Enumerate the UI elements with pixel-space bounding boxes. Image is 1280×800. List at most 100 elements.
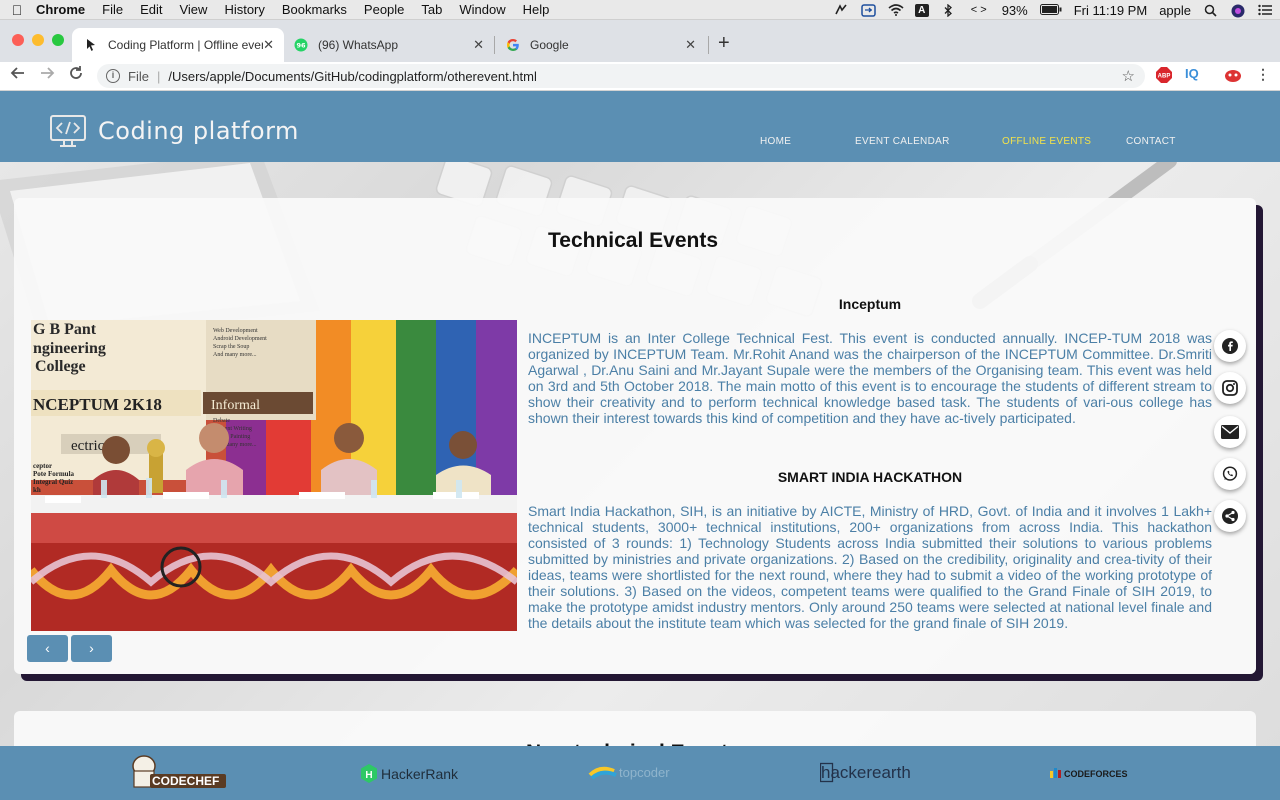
banner-side-1: ceptor <box>33 462 52 470</box>
siri-icon[interactable] <box>1230 4 1245 18</box>
menu-tab[interactable]: Tab <box>421 2 442 17</box>
dnd-icon[interactable] <box>834 4 849 16</box>
user-name[interactable]: apple <box>1159 3 1191 18</box>
event-title-sih: SMART INDIA HACKATHON <box>777 469 963 485</box>
carousel-next-button[interactable]: › <box>71 635 112 662</box>
banner-line-3: College <box>35 358 86 375</box>
monitor-code-icon <box>50 115 86 147</box>
bluetooth-icon[interactable] <box>941 3 956 18</box>
banner-side-2: Pote Formula <box>33 470 75 478</box>
whatsapp-icon <box>1222 466 1238 481</box>
whatsapp-badge: 96 <box>296 42 306 50</box>
url-text[interactable]: /Users/apple/Documents/GitHub/codingplat… <box>168 69 537 84</box>
topcoder-logo[interactable]: topcoder <box>588 763 688 783</box>
banner-line-2: ngineering <box>33 340 106 357</box>
dev-tools-icon[interactable]: < > <box>968 4 990 16</box>
topcoder-text: topcoder <box>619 765 670 780</box>
reload-button[interactable] <box>68 65 84 86</box>
banner-line-1: G B Pant <box>33 321 97 338</box>
profile-extension-icon[interactable] <box>1224 67 1242 86</box>
banner-side-3: Integral Quiz <box>33 478 73 486</box>
nav-home[interactable]: HOME <box>760 136 791 147</box>
zoom-window-button[interactable] <box>52 34 64 46</box>
section-title: Technical Events <box>548 229 719 252</box>
nav-offline-events[interactable]: OFFLINE EVENTS <box>1002 136 1091 147</box>
minimize-window-button[interactable] <box>32 34 44 46</box>
notification-center-icon[interactable] <box>1257 4 1272 16</box>
facebook-share-button[interactable] <box>1214 330 1246 362</box>
codechef-logo[interactable]: CODECHEF <box>128 753 228 793</box>
iq-extension-icon[interactable]: IQ <box>1185 66 1199 81</box>
window-controls <box>12 34 64 46</box>
forward-button[interactable] <box>39 65 55 86</box>
adblock-label: ABP <box>1158 74 1171 80</box>
inceptum-board: NCEPTUM 2K18 <box>33 395 162 414</box>
clock[interactable]: Fri 11:19 PM <box>1074 3 1147 18</box>
tab-title: Coding Platform | Offline event <box>108 38 263 52</box>
banner-list-1-item-1: Web Development <box>213 328 258 334</box>
instagram-share-button[interactable] <box>1214 372 1246 404</box>
tab-google[interactable]: Google ✕ <box>494 28 706 62</box>
new-tab-button[interactable]: + <box>718 32 730 55</box>
back-button[interactable] <box>10 65 26 86</box>
address-bar[interactable]: i File | /Users/apple/Documents/GitHub/c… <box>97 64 1145 88</box>
close-window-button[interactable] <box>12 34 24 46</box>
adblock-extension-icon[interactable]: ABP <box>1156 67 1172 86</box>
banner-list-1-item-2: Android Development <box>213 336 267 342</box>
tab-title: (96) WhatsApp <box>318 38 399 52</box>
email-icon <box>1221 425 1239 439</box>
hackerrank-logo[interactable]: H HackerRank <box>360 763 460 785</box>
codechef-text: CODECHEF <box>152 774 219 788</box>
tab-title: Google <box>530 38 569 52</box>
tab-whatsapp[interactable]: 96 (96) WhatsApp ✕ <box>282 28 494 62</box>
tab-coding-platform[interactable]: Coding Platform | Offline event ✕ <box>72 28 284 62</box>
web-page: Coding platform HOME EVENT CALENDAR OFFL… <box>0 91 1280 800</box>
menu-edit[interactable]: Edit <box>140 2 162 17</box>
event-title-inceptum: Inceptum <box>838 296 902 312</box>
tab-close-icon[interactable]: ✕ <box>473 37 484 53</box>
facebook-icon <box>1222 338 1238 354</box>
email-share-button[interactable] <box>1214 416 1246 448</box>
nav-contact[interactable]: CONTACT <box>1126 136 1176 147</box>
whatsapp-share-button[interactable] <box>1214 458 1246 490</box>
bookmark-star-icon[interactable]: ☆ <box>1122 67 1135 85</box>
wifi-icon[interactable] <box>888 4 904 16</box>
menu-app-chrome[interactable]: Chrome <box>36 2 85 17</box>
input-source-icon[interactable]: A <box>914 3 929 17</box>
chrome-menu-icon[interactable]: ⋮ <box>1256 66 1270 83</box>
share-button[interactable] <box>1214 500 1246 532</box>
macos-menu-bar:  Chrome File Edit View History Bookmark… <box>0 0 1280 20</box>
hackerearth-logo[interactable]: hackerearth <box>820 760 920 784</box>
menu-view[interactable]: View <box>179 2 207 17</box>
tab-separator <box>708 36 709 54</box>
event-photo-carousel[interactable]: G B Pant ngineering College Web Developm… <box>31 320 517 631</box>
carousel-prev-button[interactable]: ‹ <box>27 635 68 662</box>
site-header: Coding platform HOME EVENT CALENDAR OFFL… <box>0 91 1280 162</box>
codeforces-logo[interactable]: CODEFORCES <box>1050 766 1150 780</box>
menu-bookmarks[interactable]: Bookmarks <box>282 2 347 17</box>
site-logo[interactable]: Coding platform <box>50 115 299 147</box>
menubar-status-area: A < > 93% Fri 11:19 PM apple <box>834 0 1272 20</box>
event-description-inceptum: INCEPTUM is an Inter College Technical F… <box>528 330 1212 426</box>
share-icon <box>1222 508 1238 524</box>
menu-window[interactable]: Window <box>459 2 505 17</box>
menu-file[interactable]: File <box>102 2 123 17</box>
inceptum-event-photo: G B Pant ngineering College Web Developm… <box>31 320 517 631</box>
screen-share-icon[interactable] <box>860 4 876 17</box>
site-info-icon[interactable]: i <box>106 69 120 83</box>
page-favicon <box>84 38 98 52</box>
search-icon[interactable] <box>1203 4 1218 17</box>
battery-icon[interactable] <box>1039 4 1062 16</box>
banner-list-1-item-4: And many more... <box>213 352 257 358</box>
tab-close-icon[interactable]: ✕ <box>263 37 274 53</box>
menu-help[interactable]: Help <box>523 2 550 17</box>
sponsor-footer: CODECHEF H HackerRank topcoder hackerear… <box>0 746 1280 800</box>
address-divider: | <box>156 68 161 84</box>
menu-people[interactable]: People <box>364 2 404 17</box>
battery-percent: 93% <box>1001 2 1028 18</box>
tab-close-icon[interactable]: ✕ <box>685 37 696 53</box>
nav-event-calendar[interactable]: EVENT CALENDAR <box>855 136 950 147</box>
banner-side-4: kh <box>33 486 41 494</box>
menu-history[interactable]: History <box>224 2 264 17</box>
apple-menu-icon[interactable]:  <box>0 2 34 18</box>
